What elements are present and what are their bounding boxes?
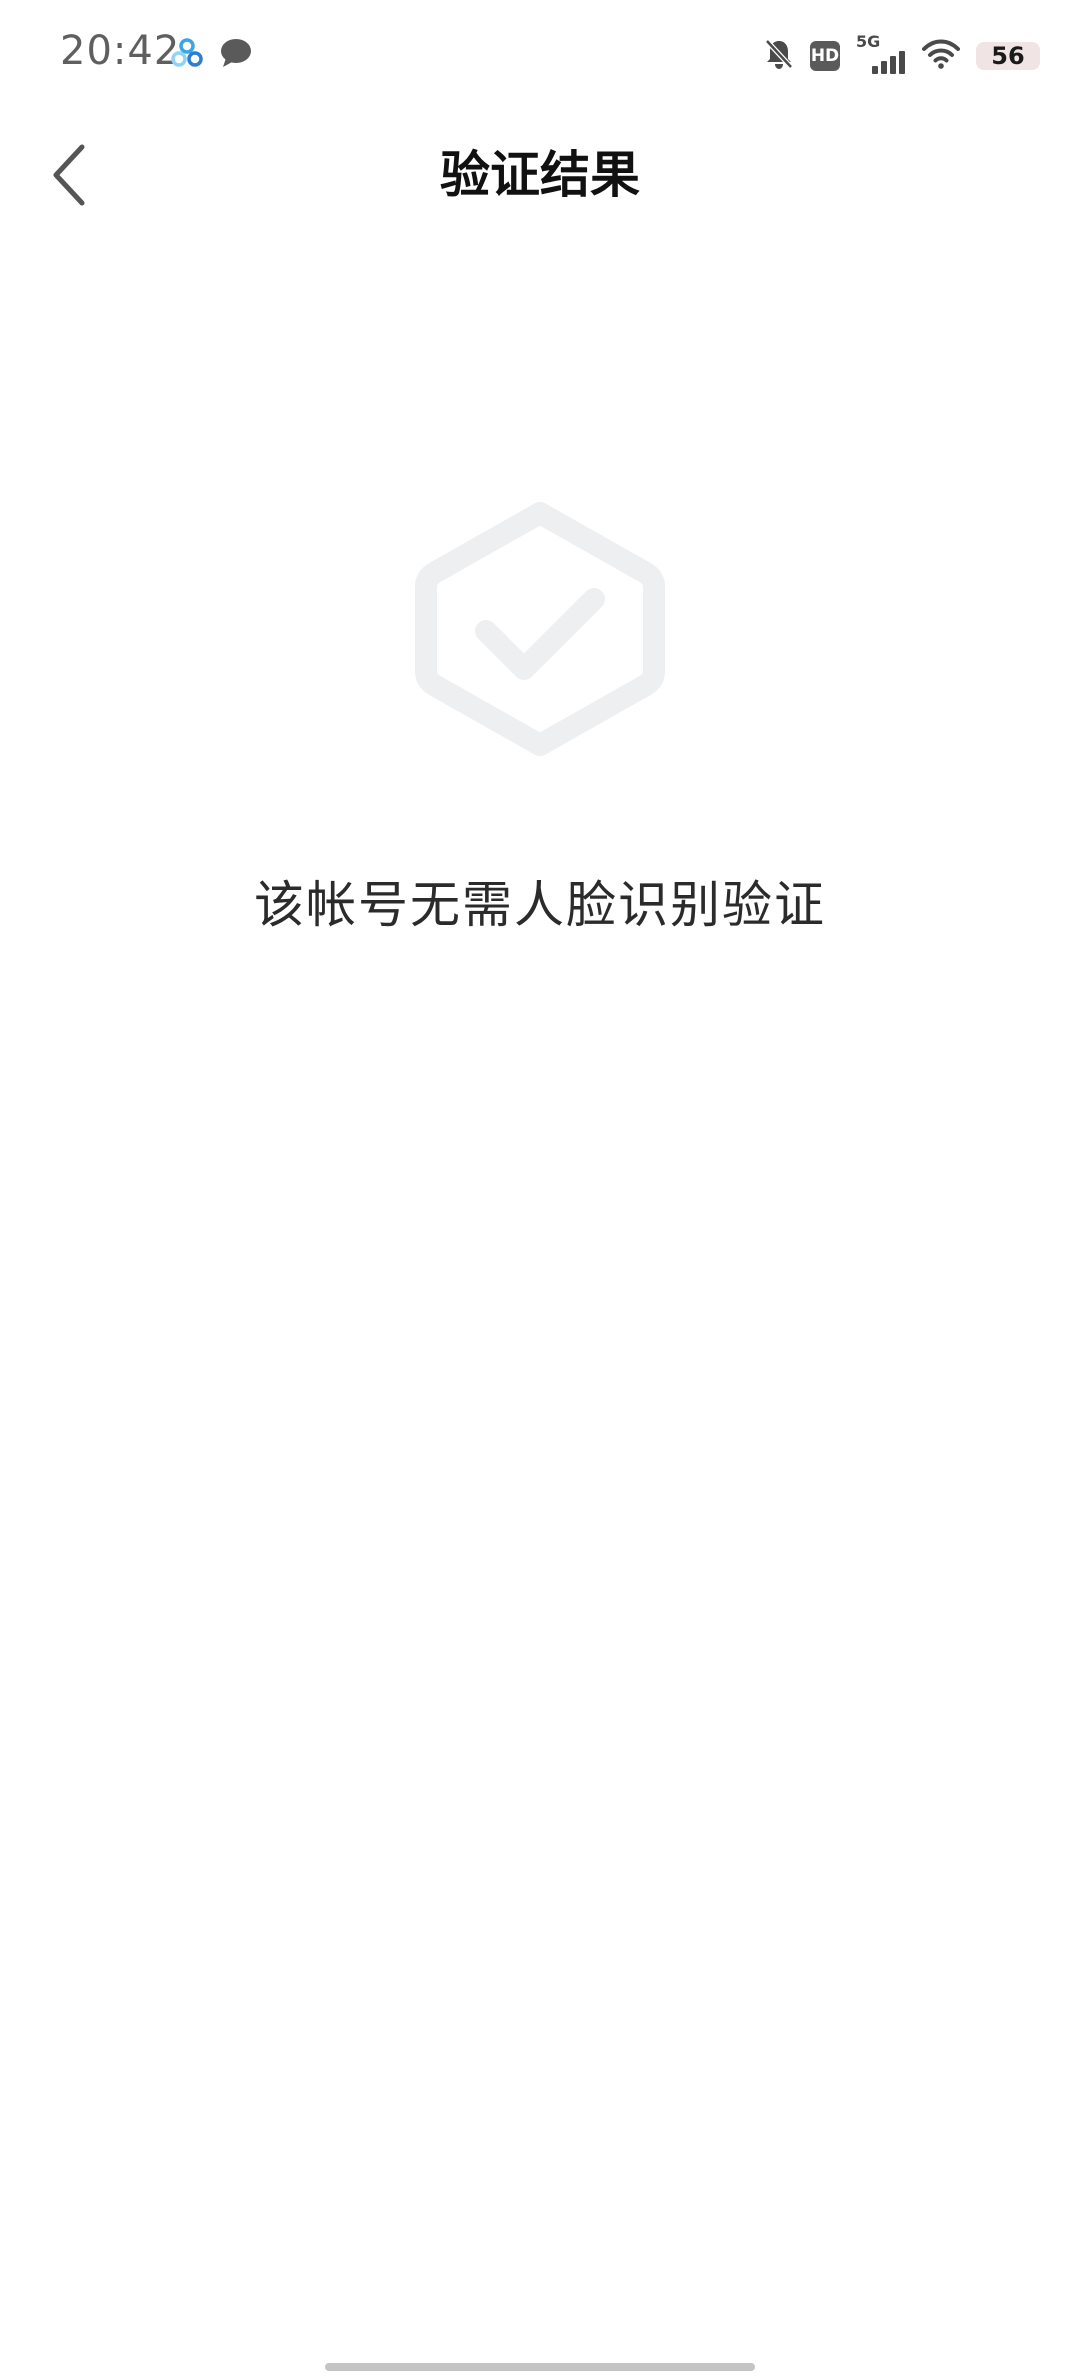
result-message: 该帐号无需人脸识别验证: [254, 876, 826, 934]
signal-bars: [872, 51, 905, 74]
verification-result-screen: 20:42 HD 5G 56 验证结果 该帐号无需人脸识别验证: [0, 0, 1080, 2376]
status-right-icons: HD 5G 56: [764, 32, 1040, 76]
status-bar: 20:42 HD 5G 56: [0, 0, 1080, 110]
mute-bell-icon: [764, 38, 794, 74]
battery-level: 56: [991, 42, 1025, 70]
status-left-icons: [170, 38, 252, 72]
hd-icon: HD: [810, 41, 840, 71]
signal-icon: 5G: [856, 32, 906, 76]
home-indicator[interactable]: [325, 2363, 755, 2371]
cloud-sync-icon: [170, 38, 204, 72]
status-time: 20:42: [60, 28, 181, 74]
network-type-label: 5G: [856, 32, 881, 51]
chat-bubble-icon: [220, 38, 252, 72]
shield-check-icon: [410, 495, 670, 763]
battery-icon: 56: [976, 42, 1040, 70]
header-bar: 验证结果: [0, 110, 1080, 240]
page-title: 验证结果: [440, 146, 640, 204]
wifi-icon: [922, 39, 960, 73]
